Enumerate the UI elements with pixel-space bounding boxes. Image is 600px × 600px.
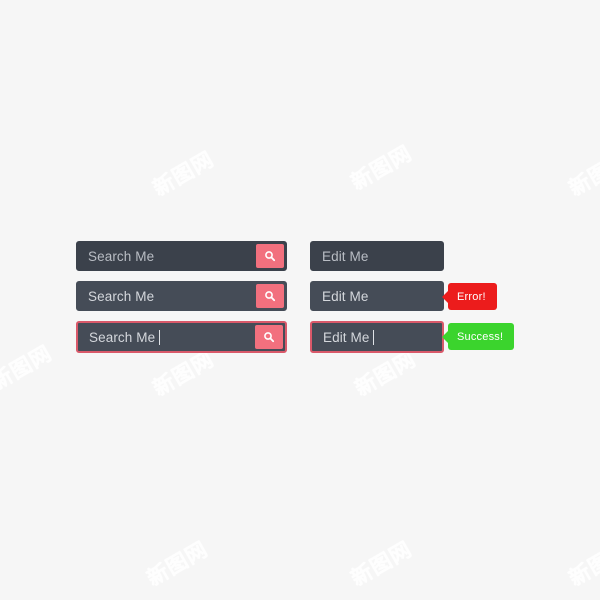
search-input-default[interactable]: Search Me bbox=[77, 242, 256, 270]
edit-input-value: Edit Me bbox=[322, 288, 369, 304]
search-button[interactable] bbox=[256, 244, 284, 268]
search-button[interactable] bbox=[255, 325, 283, 349]
search-icon bbox=[263, 331, 275, 343]
watermark-text: 新图网 bbox=[564, 536, 600, 591]
edit-input-value: Edit Me bbox=[323, 329, 370, 345]
error-tooltip-label: Error! bbox=[457, 290, 486, 303]
success-tooltip-label: Success! bbox=[457, 330, 504, 343]
error-tooltip: Error! bbox=[448, 283, 497, 310]
edit-input-default[interactable]: Edit Me bbox=[310, 241, 444, 271]
search-input-value: Search Me bbox=[88, 288, 155, 304]
edit-row-success: Edit Me Success! bbox=[310, 321, 515, 353]
edit-row-default: Edit Me bbox=[310, 241, 444, 271]
text-caret bbox=[373, 329, 375, 345]
search-field-hover[interactable]: Search Me bbox=[76, 281, 287, 311]
control-row: Search Me Edit Me Success! bbox=[76, 321, 515, 361]
watermark-text: 新图网 bbox=[148, 146, 219, 201]
search-input-focused[interactable]: Search Me bbox=[78, 323, 255, 351]
watermark-text: 新图网 bbox=[346, 536, 417, 591]
watermark-text: 新图网 bbox=[0, 340, 57, 395]
text-caret bbox=[159, 329, 161, 345]
edit-row-error: Edit Me Error! bbox=[310, 281, 497, 311]
watermark-text: 新图网 bbox=[564, 146, 600, 201]
search-field-focused[interactable]: Search Me bbox=[76, 321, 287, 353]
search-icon bbox=[264, 250, 276, 262]
control-row: Search Me Edit Me Error! bbox=[76, 281, 514, 321]
search-field-default[interactable]: Search Me bbox=[76, 241, 287, 271]
watermark-text: 新图网 bbox=[346, 140, 417, 195]
search-input-value: Search Me bbox=[89, 329, 156, 345]
form-controls-showcase: Search Me Edit Me Search Me Edit Me Erro… bbox=[76, 241, 515, 361]
success-tooltip: Success! bbox=[448, 323, 515, 350]
search-input-hover[interactable]: Search Me bbox=[77, 282, 256, 310]
search-icon bbox=[264, 290, 276, 302]
search-input-value: Search Me bbox=[88, 248, 155, 264]
edit-input-hover[interactable]: Edit Me bbox=[310, 281, 444, 311]
watermark-text: 新图网 bbox=[142, 536, 213, 591]
edit-input-value: Edit Me bbox=[322, 248, 369, 264]
search-button[interactable] bbox=[256, 284, 284, 308]
control-row: Search Me Edit Me bbox=[76, 241, 514, 281]
edit-input-focused[interactable]: Edit Me bbox=[310, 321, 444, 353]
